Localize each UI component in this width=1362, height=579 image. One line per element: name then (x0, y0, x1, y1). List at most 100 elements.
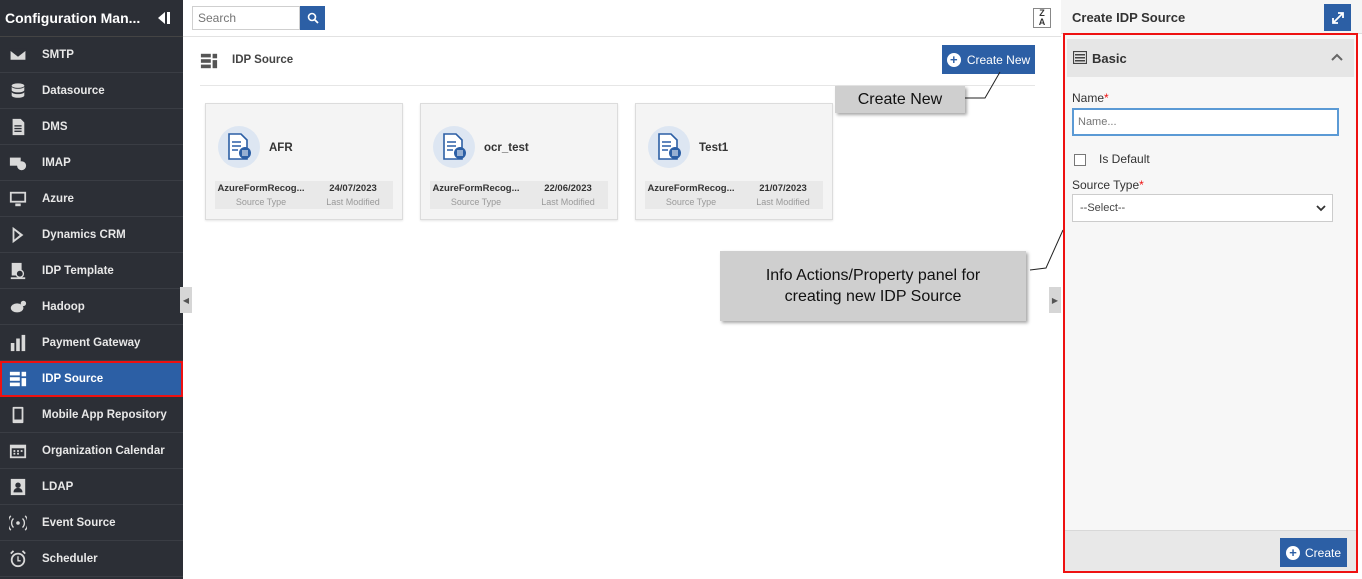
source-type-label: Source Type (665, 197, 717, 207)
plus-icon: + (946, 52, 961, 67)
last-modified-value: 21/07/2023 (759, 183, 807, 194)
plus-icon: + (1285, 545, 1300, 560)
chevron-left-icon: ◀ (182, 295, 190, 305)
sidebar-item-scheduler[interactable]: Scheduler (0, 541, 183, 577)
search-input[interactable] (192, 6, 300, 30)
source-type: AzureFormRecog... Source Type (647, 183, 735, 207)
sidebar-item-label: SMTP (42, 48, 74, 61)
idp-source-card[interactable]: Test1 AzureFormRecog... Source Type 21/0… (635, 103, 833, 220)
sidebar-title: Configuration Man... (5, 10, 141, 26)
sidebar-item-label: Payment Gateway (42, 336, 141, 349)
topbar: Z A (183, 0, 1061, 37)
last-modified-label: Last Modified (326, 197, 380, 207)
page-title: IDP Source (232, 54, 294, 66)
sidebar-item-mobile-app-repository[interactable]: Mobile App Repository (0, 397, 183, 433)
sidebar-item-dynamics-crm[interactable]: Dynamics CRM (0, 217, 183, 253)
sidebar: Configuration Man... SMTP Datasource DMS… (0, 0, 183, 579)
sidebar-item-idp-template[interactable]: IDP Template (0, 253, 183, 289)
sidebar-item-idp-source[interactable]: IDP Source (0, 361, 183, 397)
sidebar-item-event-source[interactable]: Event Source (0, 505, 183, 541)
monitor-icon (8, 189, 28, 209)
calendar-icon (8, 441, 28, 461)
card-meta: AzureFormRecog... Source Type 24/07/2023… (215, 181, 393, 209)
sidebar-item-payment-gateway[interactable]: Payment Gateway (0, 325, 183, 361)
sidebar-item-smtp[interactable]: SMTP (0, 37, 183, 73)
name-field[interactable] (1072, 108, 1339, 136)
sidebar-item-imap[interactable]: IMAP (0, 145, 183, 181)
sidebar-item-ldap[interactable]: LDAP (0, 469, 183, 505)
sort-button[interactable]: Z A (1033, 8, 1051, 28)
sidebar-item-label: Datasource (42, 84, 105, 97)
create-new-label: Create New (966, 52, 1031, 67)
source-type: AzureFormRecog... Source Type (217, 183, 305, 207)
sidebar-item-label: Mobile App Repository (42, 408, 167, 421)
sidebar-item-label: Organization Calendar (42, 444, 165, 457)
idp-source-card[interactable]: AFR AzureFormRecog... Source Type 24/07/… (205, 103, 403, 220)
is-default-label: Is Default (1099, 152, 1150, 166)
sidebar-item-label: Dynamics CRM (42, 228, 126, 241)
last-modified-label: Last Modified (541, 197, 595, 207)
required-mark: * (1139, 178, 1144, 192)
expand-button[interactable] (1324, 4, 1351, 31)
section-icon (1073, 51, 1087, 64)
sidebar-item-label: IMAP (42, 156, 71, 169)
sidebar-item-hadoop[interactable]: Hadoop (0, 289, 183, 325)
panel-title: Create IDP Source (1072, 10, 1186, 25)
sidebar-item-label: Azure (42, 192, 74, 205)
required-mark: * (1104, 91, 1109, 105)
mobile-app-icon (8, 405, 28, 425)
collapse-sidebar-icon[interactable] (155, 10, 171, 26)
sidebar-item-organization-calendar[interactable]: Organization Calendar (0, 433, 183, 469)
create-button[interactable]: + Create (1280, 538, 1347, 567)
panel-callout-line1: Info Actions/Property panel for (765, 266, 981, 284)
dynamics-icon (8, 225, 28, 245)
sidebar-resize-handle[interactable]: ◀ (180, 287, 192, 313)
create-button-label: Create (1304, 545, 1342, 560)
source-type-value: AzureFormRecog... (217, 183, 305, 194)
search-button[interactable] (300, 6, 325, 30)
search-icon (307, 12, 319, 24)
last-modified-value: 24/07/2023 (329, 183, 377, 194)
panel-header: Create IDP Source (1061, 0, 1362, 34)
idp-document-icon (218, 126, 260, 168)
sidebar-item-azure[interactable]: Azure (0, 181, 183, 217)
card-name: ocr_test (484, 142, 529, 154)
panel-footer: + Create (1065, 530, 1356, 571)
broadcast-icon (8, 513, 28, 533)
chevron-down-icon (1316, 205, 1326, 212)
sidebar-item-dms[interactable]: DMS (0, 109, 183, 145)
mail-icon (8, 45, 28, 65)
template-icon (8, 261, 28, 281)
card-meta: AzureFormRecog... Source Type 22/06/2023… (430, 181, 608, 209)
last-modified: 24/07/2023 Last Modified (315, 183, 391, 207)
source-type-value: AzureFormRecog... (432, 183, 520, 194)
name-label-text: Name (1072, 91, 1105, 105)
idp-source-card[interactable]: ocr_test AzureFormRecog... Source Type 2… (420, 103, 618, 220)
database-icon (8, 81, 28, 101)
source-type-select[interactable]: --Select-- (1072, 194, 1333, 222)
idp-document-icon (433, 126, 475, 168)
app-root: Configuration Man... SMTP Datasource DMS… (0, 0, 1362, 579)
source-type-selected: --Select-- (1080, 202, 1126, 214)
sidebar-item-datasource[interactable]: Datasource (0, 73, 183, 109)
source-type: AzureFormRecog... Source Type (432, 183, 520, 207)
document-icon (8, 117, 28, 137)
contact-icon (8, 477, 28, 497)
is-default-checkbox[interactable] (1074, 154, 1086, 166)
sidebar-item-label: LDAP (42, 480, 74, 493)
create-new-button[interactable]: + Create New (942, 45, 1035, 74)
payment-icon (8, 333, 28, 353)
idp-source-icon (200, 53, 218, 69)
basic-section-header[interactable]: Basic (1067, 39, 1354, 77)
sidebar-item-label: Event Source (42, 516, 116, 529)
source-type-label: Source Type* (1072, 178, 1144, 192)
card-name: AFR (269, 142, 293, 154)
alarm-icon (8, 549, 28, 569)
source-type-label: Source Type (235, 197, 287, 207)
panel-resize-handle[interactable]: ▶ (1049, 287, 1061, 313)
sidebar-item-label: Hadoop (42, 300, 85, 313)
chevron-up-icon[interactable] (1330, 50, 1344, 64)
last-modified-label: Last Modified (756, 197, 810, 207)
callout-line (1029, 229, 1064, 271)
chevron-right-icon: ▶ (1051, 295, 1059, 305)
